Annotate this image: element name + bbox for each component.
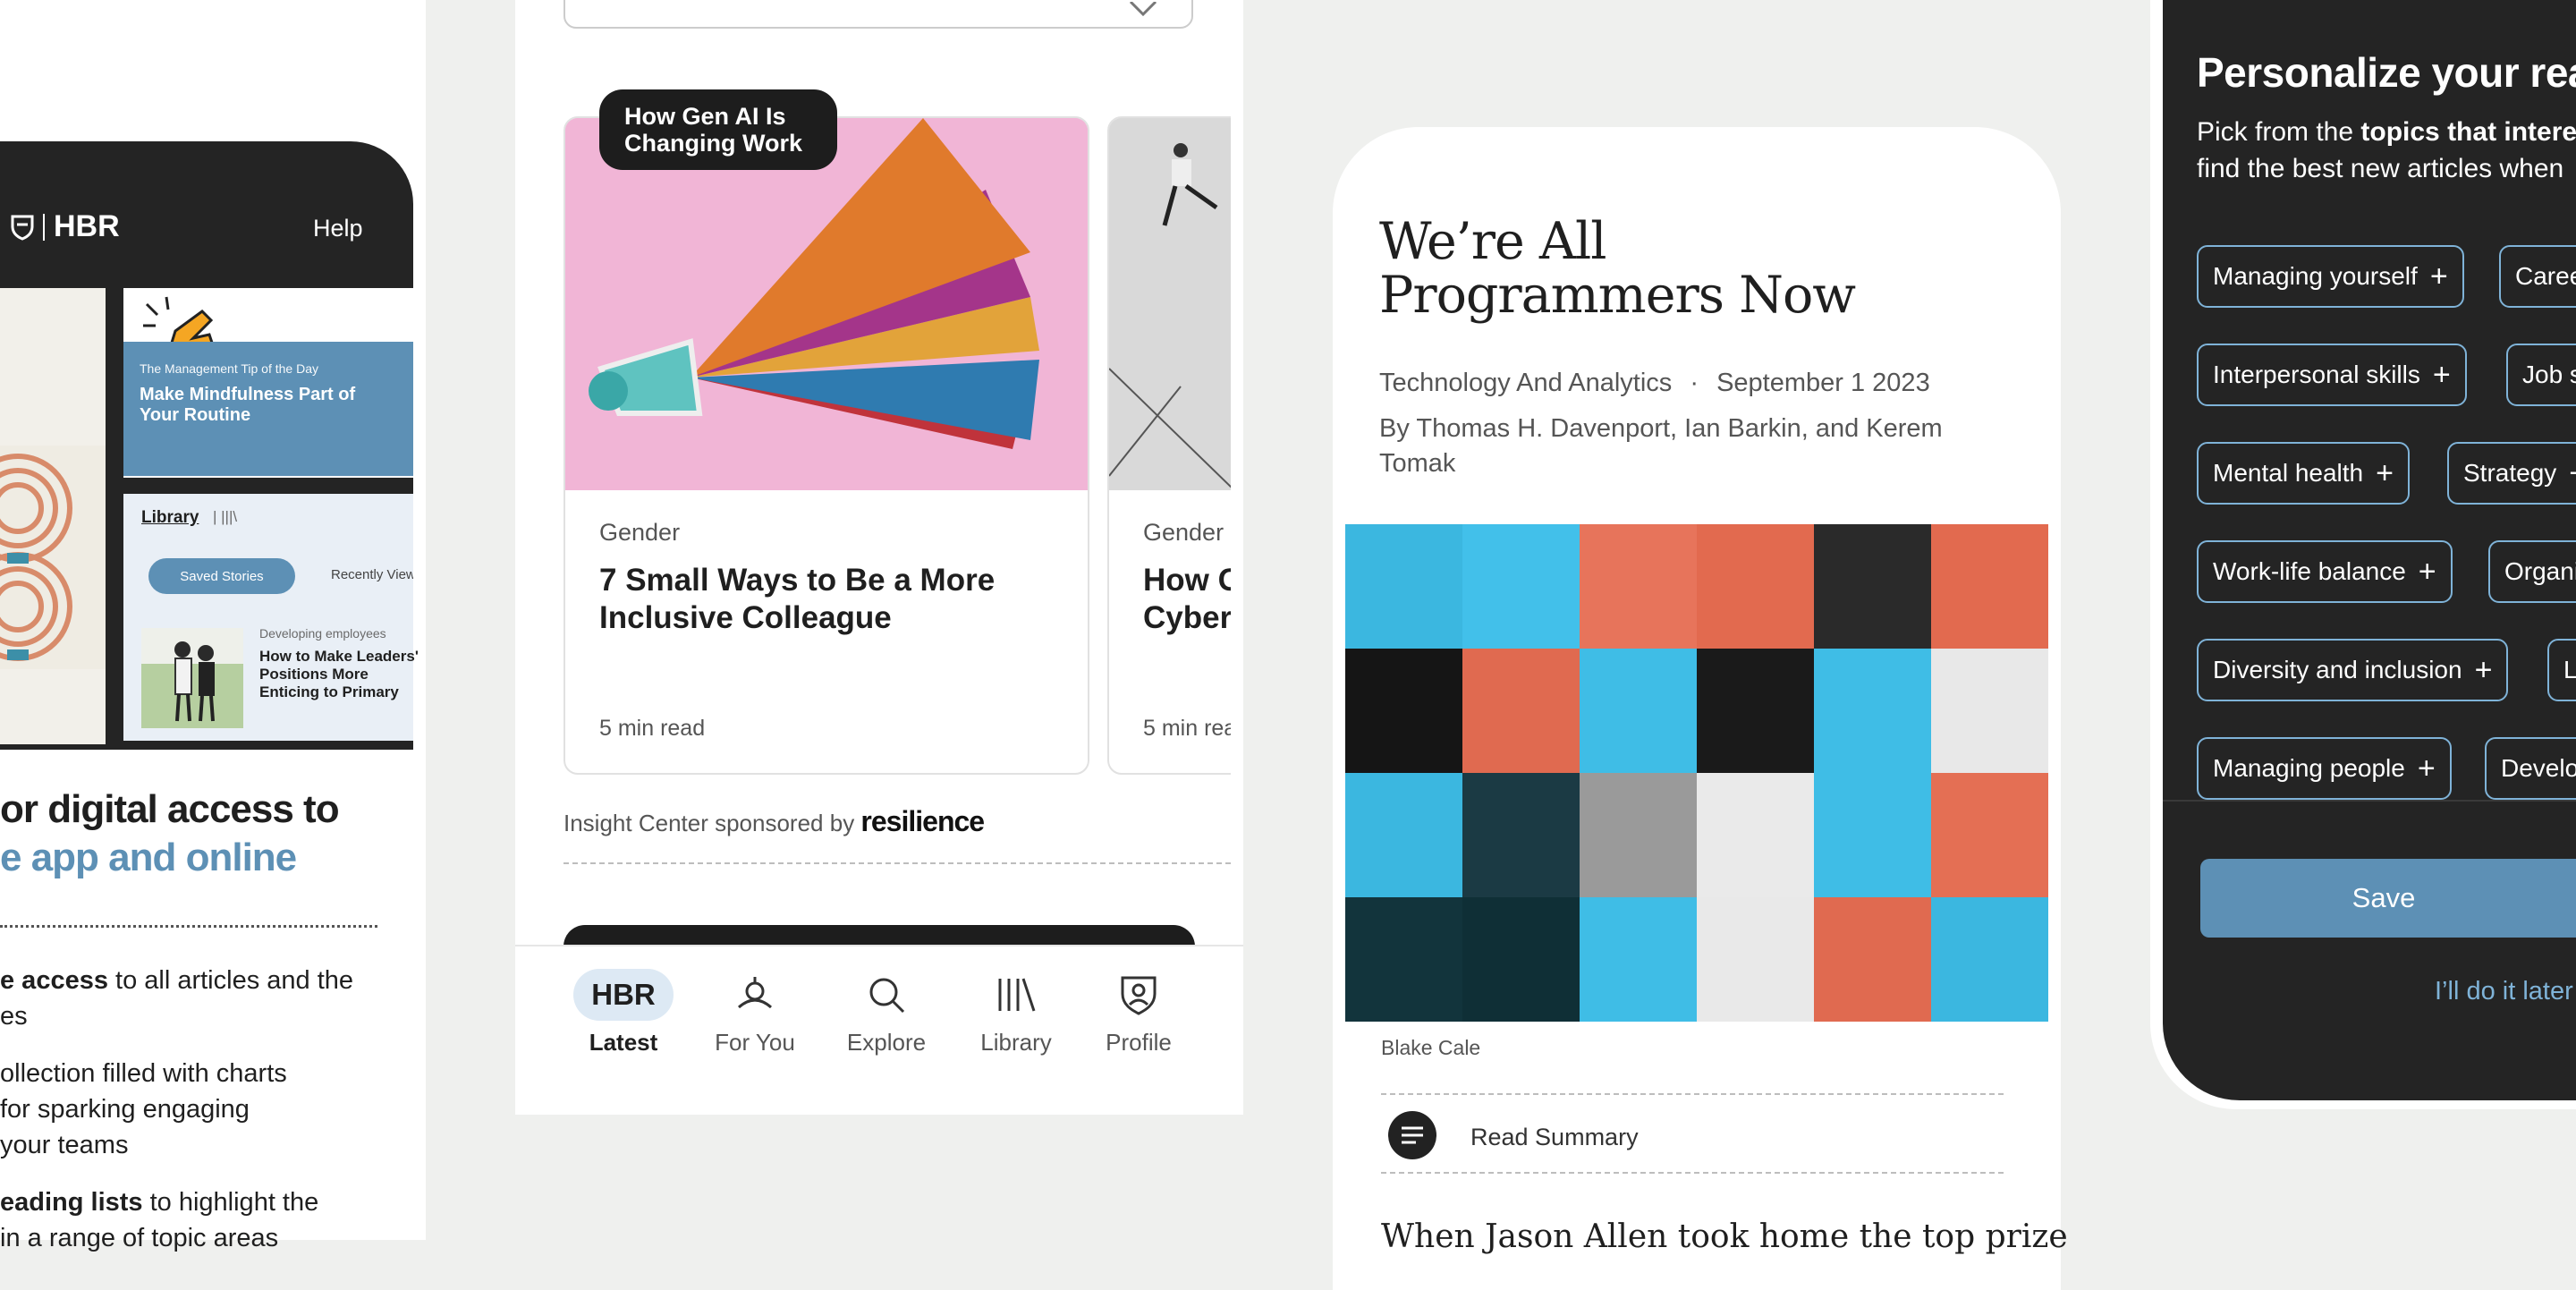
personalize-subtitle: Pick from the topics that interest youfi… bbox=[2197, 117, 2576, 183]
profile-shield-icon bbox=[1121, 976, 1157, 1015]
article-title[interactable]: How Gen AI Is Sharing Cybersecurity bbox=[1143, 562, 1231, 637]
article-headline: We’re All Programmers Now bbox=[1379, 212, 1856, 326]
promo-divider bbox=[0, 925, 377, 928]
read-time: 5 min read bbox=[1143, 716, 1231, 741]
promo-bullet-1: e access to all articles and the es bbox=[0, 966, 354, 1031]
chip-interpersonal-skills[interactable]: Interpersonal skills + bbox=[2197, 344, 2467, 406]
read-time: 5 min read bbox=[599, 716, 706, 741]
plus-icon: + bbox=[2418, 555, 2436, 589]
save-button[interactable]: Save bbox=[2200, 859, 2576, 938]
divider-bottom bbox=[1381, 1172, 2004, 1174]
tab-saved-stories[interactable]: Saved Stories bbox=[148, 558, 295, 594]
lines-icon bbox=[1402, 1126, 1423, 1144]
article-category: Gender bbox=[1143, 519, 1224, 546]
sponsor-line: Insight Center sponsored by resilience bbox=[564, 805, 985, 837]
walking-person-photo bbox=[1109, 118, 1231, 490]
chips-divider bbox=[2163, 800, 2576, 802]
series-badge[interactable]: How Gen AI Is Changing Work bbox=[599, 89, 837, 170]
divider-top bbox=[1381, 1093, 2004, 1095]
image-credit: Blake Cale bbox=[1381, 1036, 1481, 1059]
sponsor-logo: resilience bbox=[860, 805, 985, 837]
article-category: Gender bbox=[599, 519, 681, 546]
chip-leadership[interactable]: Leadership+ bbox=[2547, 639, 2576, 701]
tip-label: The Management Tip of the Day bbox=[140, 361, 318, 376]
for-you-icon bbox=[738, 977, 772, 1009]
search-icon bbox=[869, 978, 905, 1014]
library-title[interactable]: Library bbox=[141, 508, 199, 528]
article-date: September 1 2023 bbox=[1716, 369, 1930, 397]
nav-library[interactable]: Library bbox=[958, 970, 1074, 1057]
library-icon bbox=[998, 978, 1036, 1012]
hero-image-collage bbox=[1345, 524, 2048, 1022]
two-people-illustration bbox=[141, 628, 243, 728]
chip-strategy[interactable]: Strategy+ bbox=[2447, 442, 2576, 505]
rings-illustration bbox=[0, 446, 106, 669]
saved-story-thumbnail[interactable] bbox=[141, 628, 243, 728]
chip-managing-yourself[interactable]: Managing yourself + bbox=[2197, 245, 2464, 308]
chip-work-life-balance[interactable]: Work-life balance + bbox=[2197, 540, 2453, 603]
aerial-photo bbox=[1109, 118, 1231, 490]
library-icon: | |||\ bbox=[213, 508, 238, 525]
promo-headline-line2: e app and online bbox=[0, 836, 297, 879]
promo-headline-line1: or digital access to bbox=[0, 787, 340, 831]
summary-icon[interactable] bbox=[1388, 1111, 1436, 1159]
megaphone-illustration bbox=[565, 118, 1088, 490]
hbr-logo-text: HBR bbox=[54, 209, 120, 243]
nav-for-you[interactable]: For You bbox=[697, 970, 813, 1057]
article-card-2[interactable]: Gender How Gen AI Is Sharing Cybersecuri… bbox=[1107, 116, 1231, 775]
chip-career-planning[interactable]: Career planning+ bbox=[2499, 245, 2576, 308]
plus-icon: + bbox=[2376, 456, 2394, 490]
saved-story-category: Developing employees bbox=[259, 626, 386, 641]
article-card-1[interactable]: Gender 7 Small Ways to Be a More Inclusi… bbox=[564, 116, 1089, 775]
article-title[interactable]: 7 Small Ways to Be a More Inclusive Coll… bbox=[599, 562, 1064, 637]
shield-logo-icon bbox=[11, 215, 34, 241]
left-article-card[interactable] bbox=[0, 288, 106, 744]
tab-recently-viewed[interactable]: Recently Viewed bbox=[331, 567, 413, 582]
plus-icon: + bbox=[2429, 259, 2448, 293]
saved-story-title[interactable]: How to Make Leaders' Positions More Enti… bbox=[259, 648, 420, 703]
help-link[interactable]: Help bbox=[313, 215, 363, 242]
promo-bullet-2: ollection filled with charts for sparkin… bbox=[0, 1059, 287, 1160]
do-it-later-link[interactable]: I’ll do it later bbox=[2435, 977, 2573, 1006]
plus-icon: + bbox=[2569, 458, 2576, 488]
personalize-title: Personalize your reading bbox=[2197, 49, 2576, 96]
article-body: When Jason Allen took home the top prize bbox=[1381, 1218, 2068, 1255]
read-summary-button[interactable]: Read Summary bbox=[1470, 1124, 1639, 1151]
chip-developing-employees[interactable]: Developing employees+ bbox=[2485, 737, 2576, 800]
tip-title: Make Mindfulness Part of Your Routine bbox=[140, 385, 356, 425]
nav-profile[interactable]: Profile bbox=[1080, 970, 1197, 1057]
hbr-icon: HBR bbox=[573, 969, 674, 1021]
chip-job-search[interactable]: Job search+ bbox=[2506, 344, 2576, 406]
bookmark-icon bbox=[1129, 2, 1157, 17]
plus-icon: + bbox=[2432, 358, 2451, 392]
hbr-logo: HBR bbox=[11, 209, 120, 244]
megaphone-art bbox=[565, 118, 1088, 490]
chip-diversity-inclusion[interactable]: Diversity and inclusion + bbox=[2197, 639, 2509, 701]
article-byline: By Thomas H. Davenport, Ian Barkin, and … bbox=[1379, 414, 1943, 479]
search-bar[interactable] bbox=[564, 0, 1193, 29]
article-meta: Technology And Analytics · September 1 2… bbox=[1379, 369, 1930, 397]
topic-chips: Managing yourself+ Career planning+ Inte… bbox=[2197, 245, 2576, 800]
nav-explore[interactable]: Explore bbox=[828, 970, 945, 1057]
chip-organizational-culture[interactable]: Organizational culture+ bbox=[2488, 540, 2576, 603]
article-category[interactable]: Technology And Analytics bbox=[1379, 369, 1672, 397]
plus-icon: + bbox=[2417, 751, 2436, 785]
chip-managing-people[interactable]: Managing people + bbox=[2197, 737, 2452, 800]
article-carousel[interactable]: Gender 7 Small Ways to Be a More Inclusi… bbox=[564, 116, 1231, 778]
plus-icon: + bbox=[2474, 653, 2493, 687]
tip-of-the-day[interactable]: The Management Tip of the Day Make Mindf… bbox=[123, 342, 413, 476]
chip-mental-health[interactable]: Mental health + bbox=[2197, 442, 2410, 505]
divider bbox=[564, 862, 1231, 864]
promo-bullet-3: eading lists to highlight the in a range… bbox=[0, 1188, 319, 1253]
nav-latest[interactable]: HBR Latest bbox=[565, 969, 682, 1057]
